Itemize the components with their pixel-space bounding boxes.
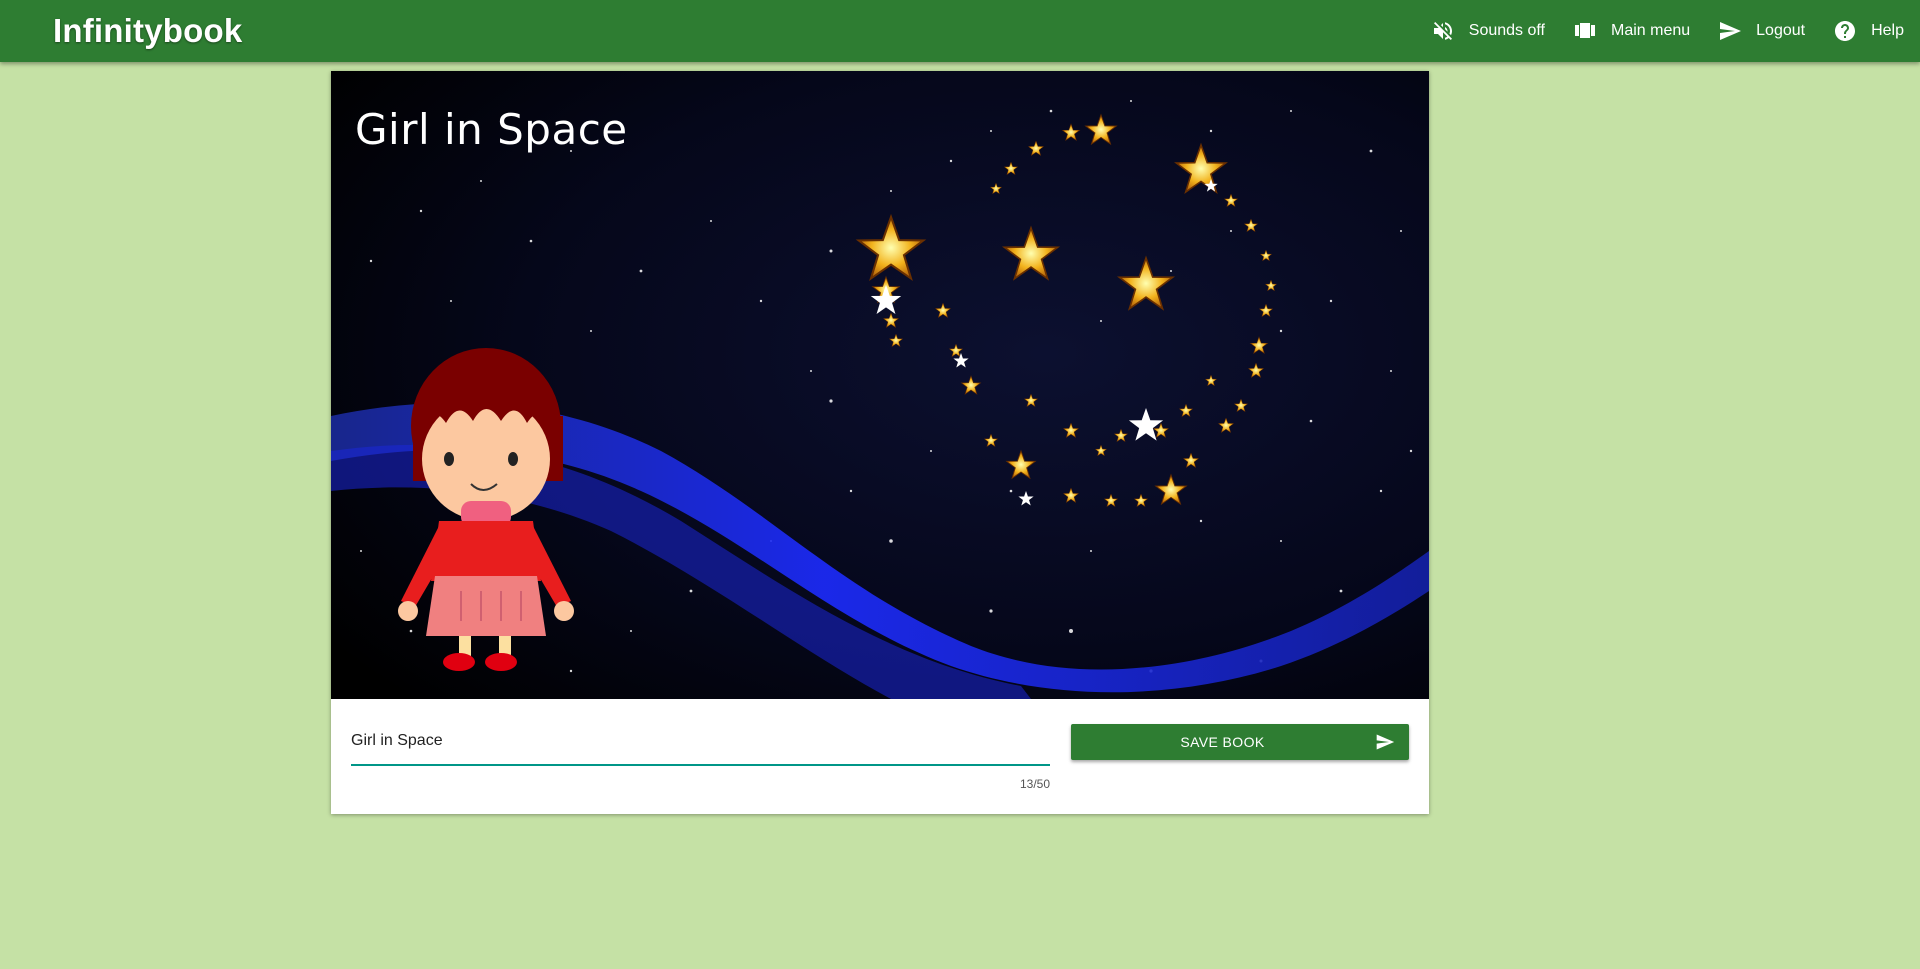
help-circle-icon (1835, 21, 1856, 41)
main-menu-button[interactable]: Main menu (1573, 0, 1690, 62)
logout-label: Logout (1756, 22, 1806, 39)
view-carousel-icon (1575, 23, 1595, 38)
book-cover: Girl in Space (331, 71, 1429, 699)
cover-title: Girl in Space (355, 105, 628, 154)
main-menu-label: Main menu (1611, 22, 1691, 39)
logout-button[interactable]: Logout (1718, 0, 1805, 62)
send-icon (1720, 22, 1742, 40)
volume-off-icon (1433, 22, 1452, 40)
save-book-button[interactable]: SAVE BOOK (1071, 724, 1409, 760)
book-title-input[interactable] (351, 729, 1041, 753)
space-illustration (331, 71, 1429, 699)
help-button[interactable]: Help (1833, 0, 1904, 62)
sounds-toggle-button[interactable]: Sounds off (1431, 0, 1545, 62)
brand-logo[interactable]: Infinitybook (53, 12, 242, 50)
top-app-bar: Infinitybook Sounds off Main menu Logout… (0, 0, 1920, 62)
character-counter: 13/50 (1019, 777, 1050, 791)
save-book-label: SAVE BOOK (1180, 734, 1265, 750)
header-nav: Sounds off Main menu Logout Help (1403, 0, 1904, 62)
book-title-field[interactable] (351, 719, 1050, 766)
help-label: Help (1871, 22, 1904, 39)
book-card: Girl in Space 13/50 SAVE BOOK (331, 71, 1429, 814)
book-title-form: 13/50 SAVE BOOK (351, 719, 1409, 799)
sounds-label: Sounds off (1468, 22, 1545, 39)
send-icon (1376, 734, 1395, 750)
